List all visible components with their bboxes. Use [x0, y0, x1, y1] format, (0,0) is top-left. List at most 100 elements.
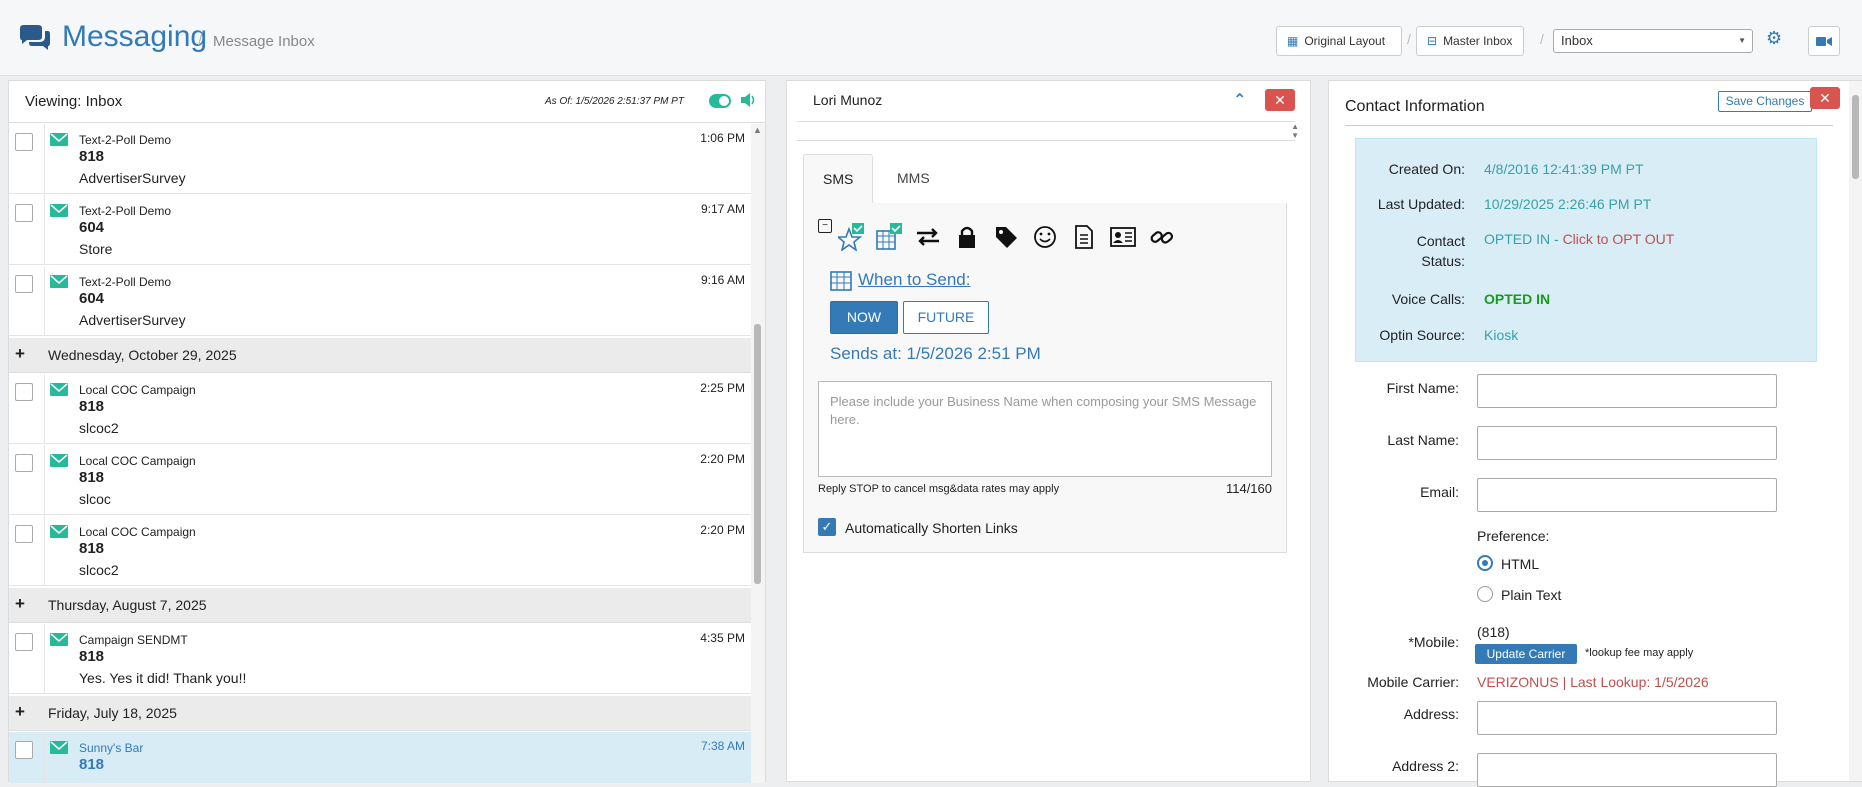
opted-in-status: OPTED IN - — [1484, 231, 1563, 247]
expand-icon[interactable]: + — [15, 344, 25, 364]
video-button[interactable] — [1808, 26, 1840, 56]
optin-source-value: Kiosk — [1484, 327, 1519, 343]
select-checkbox[interactable] — [15, 204, 33, 222]
messaging-icon — [20, 25, 50, 50]
day-group-header[interactable]: + Friday, July 18, 2025 — [9, 696, 751, 731]
html-radio[interactable] — [1477, 555, 1493, 571]
contact-status-label: Contact Status: — [1416, 233, 1465, 269]
close-conversation-button[interactable]: ✕ — [1265, 89, 1295, 111]
select-checkbox[interactable] — [15, 741, 33, 759]
list-item[interactable]: Text-2-Poll Demo 9:17 AM 604 Store — [9, 195, 751, 265]
tag-icon[interactable] — [992, 223, 1020, 251]
inbox-select-value: Inbox — [1561, 33, 1593, 48]
divider — [44, 445, 45, 515]
created-on-value: 4/8/2016 12:41:39 PM PT — [1484, 161, 1644, 177]
shorten-links-label: Automatically Shorten Links — [845, 520, 1018, 536]
lock-icon[interactable] — [953, 223, 981, 251]
inbox-panel: Viewing: Inbox As Of: 1/5/2026 2:51:37 P… — [8, 80, 766, 783]
day-group-header[interactable]: + Thursday, August 7, 2025 — [9, 588, 751, 623]
list-item[interactable]: Text-2-Poll Demo 1:06 PM 818 AdvertiserS… — [9, 124, 751, 194]
plain-text-radio[interactable] — [1477, 586, 1493, 602]
original-layout-label: Original Layout — [1304, 34, 1386, 48]
collapse-icon[interactable]: − — [818, 219, 832, 233]
redaction — [119, 650, 279, 664]
first-name-field[interactable] — [1477, 374, 1777, 408]
contact-scrollbar[interactable] — [1849, 81, 1862, 781]
auto-refresh-toggle[interactable] — [709, 94, 731, 108]
save-changes-button[interactable]: Save Changes — [1718, 91, 1812, 112]
speaker-icon[interactable] — [739, 91, 757, 109]
day-label: Thursday, August 7, 2025 — [48, 597, 207, 613]
expand-icon[interactable]: + — [15, 702, 25, 722]
list-item[interactable]: Local COC Campaign 2:20 PM 818 slcoc — [9, 445, 751, 515]
tab-mms[interactable]: MMS — [878, 154, 949, 204]
when-to-send-label: When to Send: — [858, 270, 971, 289]
select-checkbox[interactable] — [15, 133, 33, 151]
chevron-down-icon: ▼ — [1738, 36, 1746, 45]
shorten-links-checkbox[interactable]: ✓ — [818, 518, 836, 536]
contact-card-icon[interactable] — [1109, 223, 1137, 251]
select-checkbox[interactable] — [15, 454, 33, 472]
link-icon[interactable] — [1148, 223, 1176, 251]
select-checkbox[interactable] — [15, 383, 33, 401]
document-icon[interactable] — [1070, 223, 1098, 251]
list-item-selected[interactable]: Sunny's Bar 7:38 AM 818 — [9, 732, 751, 783]
last-name-field[interactable] — [1477, 426, 1777, 460]
email-field[interactable] — [1477, 478, 1777, 512]
toolbar-separator: / — [1407, 31, 1411, 47]
list-item[interactable]: Text-2-Poll Demo 9:16 AM 604 AdvertiserS… — [9, 266, 751, 336]
inbox-select[interactable]: Inbox ▼ — [1553, 29, 1753, 53]
update-carrier-button[interactable]: Update Carrier — [1475, 644, 1577, 664]
preference-label: Preference: — [1477, 528, 1550, 544]
now-button[interactable]: NOW — [830, 301, 898, 334]
master-inbox-button[interactable]: ⊟ Master Inbox — [1416, 26, 1524, 56]
campaign-name: Text-2-Poll Demo — [79, 133, 172, 147]
redaction — [119, 758, 279, 772]
scrollbar-thumb[interactable] — [754, 324, 761, 584]
created-on-label: Created On: — [1388, 161, 1465, 177]
html-label: HTML — [1501, 556, 1540, 572]
message-time: 7:38 AM — [700, 739, 745, 753]
redaction — [119, 292, 279, 306]
transfer-arrows-icon[interactable] — [914, 223, 942, 251]
mobile-value: (818) — [1477, 624, 1510, 640]
message-body: slcoc2 — [79, 562, 119, 578]
opt-out-link[interactable]: Click to OPT OUT — [1563, 231, 1675, 247]
envelope-icon — [50, 454, 68, 467]
voice-calls-value: OPTED IN — [1484, 291, 1551, 307]
table-icon: ▦ — [1287, 34, 1299, 48]
schedule-calendar-icon[interactable] — [876, 223, 904, 251]
message-body: slcoc2 — [79, 420, 119, 436]
message-type-tabs: SMS MMS — [803, 154, 1287, 204]
campaign-name: Text-2-Poll Demo — [79, 204, 172, 218]
close-contact-button[interactable]: ✕ — [1810, 87, 1840, 109]
scroll-arrows-icon[interactable]: ▲ ▼ — [1291, 122, 1299, 140]
compose-area: − When to Send: NOW FUTURE Sends at: 1/5… — [803, 203, 1287, 553]
select-checkbox[interactable] — [15, 525, 33, 543]
select-checkbox[interactable] — [15, 275, 33, 293]
divider — [44, 624, 45, 694]
gear-icon[interactable]: ⚙ — [1766, 28, 1782, 49]
redaction — [119, 221, 279, 235]
list-item[interactable]: Local COC Campaign 2:25 PM 818 slcoc2 — [9, 374, 751, 444]
scrollbar-thumb[interactable] — [1852, 95, 1859, 179]
mobile-carrier-value: VERIZONUS | Last Lookup: 1/5/2026 — [1477, 674, 1709, 690]
day-group-header[interactable]: + Wednesday, October 29, 2025 — [9, 338, 751, 373]
address-field[interactable] — [1477, 701, 1777, 735]
future-button[interactable]: FUTURE — [903, 301, 989, 334]
conversation-header: Lori Munoz ⌃ ✕ — [787, 81, 1310, 121]
emoji-icon[interactable] — [1031, 223, 1059, 251]
favorite-icon[interactable] — [838, 223, 866, 251]
scroll-up-icon[interactable]: ▲ — [753, 125, 762, 135]
inbox-scrollbar[interactable]: ▲ — [751, 124, 765, 783]
original-layout-button[interactable]: ▦ Original Layout — [1276, 26, 1402, 56]
list-item[interactable]: Campaign SENDMT 4:35 PM 818 Yes. Yes it … — [9, 624, 751, 694]
redaction — [119, 542, 279, 556]
sms-message-textarea[interactable]: Please include your Business Name when c… — [818, 381, 1272, 477]
select-checkbox[interactable] — [15, 633, 33, 651]
list-item[interactable]: Local COC Campaign 2:20 PM 818 slcoc2 — [9, 516, 751, 586]
chevron-up-icon[interactable]: ⌃ — [1233, 90, 1246, 110]
tab-sms[interactable]: SMS — [803, 154, 874, 204]
expand-icon[interactable]: + — [15, 594, 25, 614]
when-to-send-link[interactable]: When to Send: — [830, 269, 970, 291]
